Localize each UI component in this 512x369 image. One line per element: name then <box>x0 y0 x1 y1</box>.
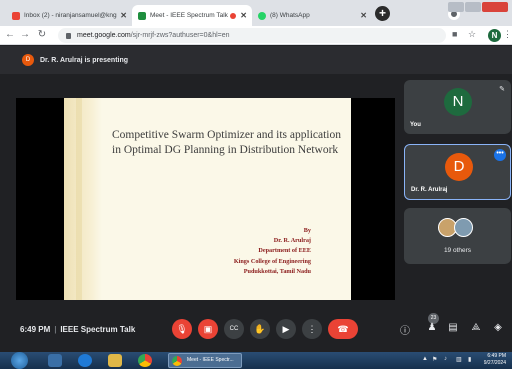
address-bar[interactable]: meet.google.com/sjr-mrjf-zws?authuser=0&… <box>58 28 446 43</box>
slide-title: Competitive Swarm Optimizer and its appl… <box>112 129 341 156</box>
gmail-icon <box>12 11 20 20</box>
info-icon[interactable]: ⓘ <box>398 322 412 337</box>
presentation-slide: Competitive Swarm Optimizer and its appl… <box>64 98 351 300</box>
taskbar-app-icon[interactable] <box>48 354 62 367</box>
participant-photo-avatar <box>454 218 473 237</box>
window-controls <box>448 2 508 12</box>
mic-off-icon: 🎙 <box>176 323 188 334</box>
back-icon[interactable]: ← <box>4 29 16 40</box>
participant-tile-others[interactable]: 19 others <box>404 208 511 264</box>
host-controls-icon[interactable]: ◈ <box>491 322 505 333</box>
captions-icon: CC <box>229 326 239 332</box>
meeting-info: 6:49 PM | IEEE Spectrum Talk <box>20 325 135 334</box>
presentation-stage: Competitive Swarm Optimizer and its appl… <box>16 98 395 300</box>
url-path: /sjr-mrjf-zws?authuser=0&hl=en <box>130 32 230 39</box>
url-host: meet.google.com <box>77 32 131 39</box>
tray-flag-icon[interactable]: ⚑ <box>432 356 437 363</box>
tab-whatsapp[interactable]: (8) WhatsApp ✕ <box>252 5 372 26</box>
participant-avatar: D <box>445 153 473 181</box>
slide-decoration <box>64 98 102 300</box>
meeting-name: IEEE Spectrum Talk <box>60 325 136 334</box>
minimize-button[interactable] <box>448 2 464 12</box>
tray-battery-icon[interactable]: ▮ <box>468 356 471 363</box>
present-button[interactable]: ▶ <box>276 319 296 339</box>
clock-date: 9/27/2024 <box>483 359 506 366</box>
participant-tile-you[interactable]: N ✎ You <box>404 80 511 134</box>
maximize-button[interactable] <box>465 2 481 12</box>
presenting-text: Dr. R. Arulraj is presenting <box>40 56 129 64</box>
participant-name: You <box>410 122 421 128</box>
meet-icon <box>138 11 146 20</box>
participant-name: Dr. R. Arulraj <box>411 187 448 193</box>
chrome-icon <box>172 356 182 366</box>
forward-icon[interactable]: → <box>19 29 31 40</box>
close-window-button[interactable] <box>482 2 508 12</box>
profile-avatar[interactable]: N <box>488 29 501 42</box>
meeting-time: 6:49 PM <box>20 325 51 334</box>
slide-decoration <box>76 98 82 300</box>
close-tab-icon[interactable]: ✕ <box>240 11 247 20</box>
meet-view: D Dr. R. Arulraj is presenting Competiti… <box>0 46 512 352</box>
slide-author-line: Dr. R. Arulraj <box>273 237 311 245</box>
browser-toolbar: ← → ↻ meet.google.com/sjr-mrjf-zws?authu… <box>0 26 512 45</box>
slide-author-line: Department of EEE <box>258 247 311 255</box>
chat-icon[interactable]: ▤ <box>446 322 460 333</box>
tab-title: (8) WhatsApp <box>270 12 310 19</box>
presenter-avatar: D <box>22 54 34 66</box>
meeting-controls-bar: 6:49 PM | IEEE Spectrum Talk 🎙 ▣ CC ✋ ▶ ⋮ … <box>0 308 512 352</box>
mic-off-icon: ✎ <box>499 86 505 93</box>
others-count: 19 others <box>443 247 472 254</box>
participant-tile-presenter[interactable]: D ••• Dr. R. Arulraj <box>404 144 511 200</box>
more-options-icon[interactable]: ••• <box>494 149 506 161</box>
slide-author-line: By <box>303 227 311 234</box>
tab-title: Inbox (2) - niranjansamuel@kng <box>24 12 117 19</box>
active-task-label: Meet - IEEE Spectr... <box>187 357 234 363</box>
clock-time: 6:49 PM <box>487 353 506 359</box>
raise-hand-button[interactable]: ✋ <box>250 319 270 339</box>
captions-button[interactable]: CC <box>224 319 244 339</box>
tab-title: Meet - IEEE Spectrum Talk <box>150 12 228 19</box>
ie-icon[interactable] <box>78 354 92 367</box>
system-clock[interactable]: 6:49 PM 9/27/2024 <box>484 353 506 366</box>
activities-icon[interactable]: ⟁ <box>469 322 483 333</box>
lock-icon <box>66 32 71 39</box>
chrome-icon[interactable] <box>138 354 152 367</box>
active-task-button[interactable]: Meet - IEEE Spectr... <box>168 353 242 368</box>
whatsapp-icon <box>258 11 266 20</box>
camera-in-use-icon[interactable]: ■ <box>452 29 457 39</box>
tab-meet[interactable]: Meet - IEEE Spectrum Talk ✕ <box>132 5 252 26</box>
reload-icon[interactable]: ↻ <box>36 29 48 40</box>
tray-arrow-icon[interactable]: ▲ <box>422 356 428 362</box>
slide-author-line: Kings College of Engineering <box>233 257 311 265</box>
divider: | <box>54 325 57 334</box>
phone-hangup-icon: ☎ <box>337 323 349 334</box>
close-tab-icon[interactable]: ✕ <box>360 11 367 20</box>
screen: Inbox (2) - niranjansamuel@kng ✕ Meet - … <box>0 0 512 369</box>
tray-network-icon[interactable]: ▥ <box>456 356 462 363</box>
participant-avatar: N <box>444 88 472 116</box>
more-vert-icon: ⋮ <box>307 323 317 334</box>
slide-author-line: Pudukkottai, Tamil Nadu <box>243 267 311 275</box>
tab-inbox[interactable]: Inbox (2) - niranjansamuel@kng ✕ <box>6 5 132 26</box>
more-options-button[interactable]: ⋮ <box>302 319 322 339</box>
menu-dots-icon[interactable]: ⋮ <box>503 29 512 40</box>
tray-volume-icon[interactable]: ♪ <box>444 356 447 362</box>
start-button[interactable] <box>11 352 28 369</box>
mic-off-button[interactable]: 🎙 <box>172 319 192 339</box>
recording-indicator-icon <box>230 13 236 19</box>
camera-off-button[interactable]: ▣ <box>198 319 218 339</box>
bookmark-star-icon[interactable]: ☆ <box>468 29 476 40</box>
leave-call-button[interactable]: ☎ <box>328 319 358 339</box>
present-icon: ▶ <box>282 323 290 334</box>
close-tab-icon[interactable]: ✕ <box>120 11 127 20</box>
new-tab-button[interactable]: + <box>375 6 390 21</box>
folder-icon[interactable] <box>108 354 122 367</box>
browser-tab-strip: Inbox (2) - niranjansamuel@kng ✕ Meet - … <box>0 0 512 26</box>
slide-author-block: By Dr. R. Arulraj Department of EEE King… <box>234 226 311 277</box>
camera-off-icon: ▣ <box>203 323 213 334</box>
people-icon[interactable]: ♟ <box>425 322 439 333</box>
presenting-banner: D Dr. R. Arulraj is presenting <box>0 46 512 74</box>
hand-icon: ✋ <box>254 323 266 334</box>
os-taskbar: Meet - IEEE Spectr... ▲ ⚑ ♪ ▥ ▮ 6:49 PM … <box>0 352 512 369</box>
